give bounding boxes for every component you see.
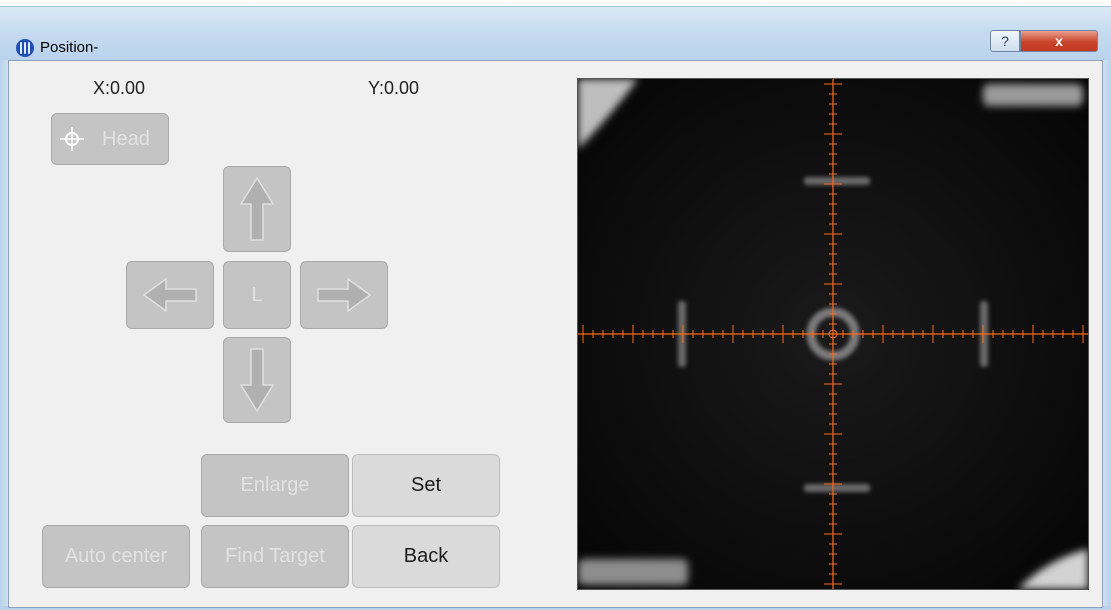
center-button-label: L bbox=[251, 283, 263, 306]
window-frame-right bbox=[1103, 60, 1111, 610]
arrow-left-icon bbox=[142, 277, 197, 313]
set-button[interactable]: Set bbox=[352, 454, 500, 517]
help-button[interactable]: ? bbox=[990, 30, 1020, 52]
y-coordinate: Y:0.00 bbox=[368, 78, 420, 98]
x-coordinate: X:0.00 bbox=[93, 78, 146, 98]
arrow-up-icon bbox=[239, 176, 275, 241]
app-logo-icon bbox=[16, 39, 34, 57]
find-target-button[interactable]: Find Target bbox=[201, 525, 349, 588]
crosshair-icon bbox=[60, 127, 84, 151]
move-left-button[interactable] bbox=[126, 261, 214, 329]
window-frame-left bbox=[0, 60, 8, 610]
arrow-right-icon bbox=[317, 277, 372, 313]
close-button[interactable]: x bbox=[1020, 30, 1098, 52]
window-title: Position- bbox=[40, 39, 99, 56]
center-button[interactable]: L bbox=[223, 261, 291, 329]
enlarge-button[interactable]: Enlarge bbox=[201, 454, 349, 517]
head-button-label: Head bbox=[102, 127, 150, 150]
move-up-button[interactable] bbox=[223, 166, 291, 252]
head-button[interactable]: Head bbox=[51, 113, 169, 165]
move-down-button[interactable] bbox=[223, 337, 291, 423]
title-bar[interactable]: Position- ? x bbox=[0, 6, 1111, 61]
auto-center-button[interactable]: Auto center bbox=[42, 525, 190, 588]
move-right-button[interactable] bbox=[300, 261, 388, 329]
back-button[interactable]: Back bbox=[352, 525, 500, 588]
arrow-down-icon bbox=[239, 348, 275, 413]
camera-image bbox=[578, 79, 1088, 589]
camera-view[interactable] bbox=[577, 78, 1089, 590]
position-window: Position- ? x X:0.00 Y:0.00 Head L Enlar… bbox=[0, 0, 1111, 610]
